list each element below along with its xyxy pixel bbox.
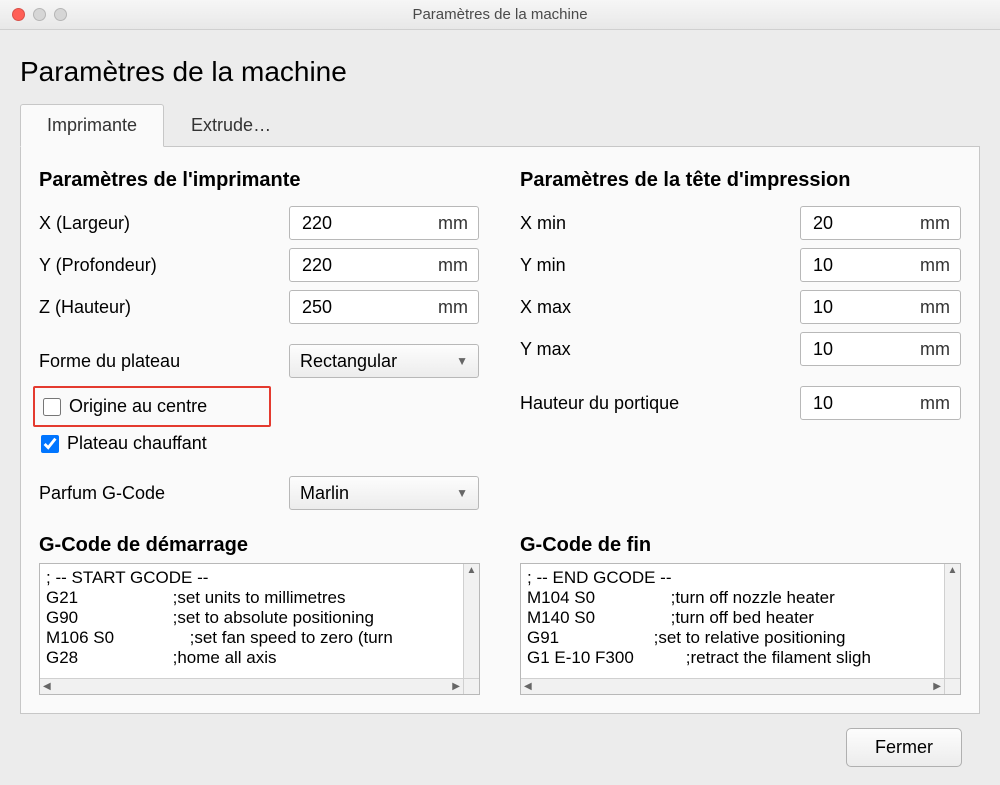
y-depth-label: Y (Profondeur): [39, 255, 289, 276]
heated-bed-label: Plateau chauffant: [67, 433, 207, 454]
scroll-right-icon[interactable]: ▶: [930, 681, 944, 692]
window-title: Paramètres de la machine: [0, 6, 1000, 23]
start-gcode-heading: G-Code de démarrage: [39, 534, 480, 557]
printhead-settings-column: Paramètres de la tête d'impression X min…: [520, 163, 961, 518]
y-min-label: Y min: [520, 255, 800, 276]
x-max-input[interactable]: [811, 296, 916, 319]
scroll-corner: [944, 678, 960, 694]
z-height-field[interactable]: mm: [289, 290, 479, 324]
buildplate-shape-select[interactable]: Rectangular ▼: [289, 344, 479, 378]
page-title: Paramètres de la machine: [20, 56, 980, 88]
window-controls: [0, 8, 67, 21]
chevron-down-icon: ▼: [456, 354, 468, 368]
x-width-field[interactable]: mm: [289, 206, 479, 240]
titlebar: Paramètres de la machine: [0, 0, 1000, 30]
printer-settings-heading: Paramètres de l'imprimante: [39, 169, 480, 192]
unit-mm: mm: [434, 297, 468, 318]
z-height-label: Z (Hauteur): [39, 297, 289, 318]
horizontal-scrollbar[interactable]: ◀ ▶: [521, 678, 944, 694]
scroll-left-icon[interactable]: ◀: [40, 681, 54, 692]
unit-mm: mm: [434, 213, 468, 234]
scroll-up-icon[interactable]: ▲: [948, 564, 958, 578]
x-width-label: X (Largeur): [39, 213, 289, 234]
y-depth-input[interactable]: [300, 254, 434, 277]
gcode-flavor-value: Marlin: [300, 483, 349, 504]
end-gcode-text[interactable]: ; -- END GCODE -- M104 S0 ;turn off nozz…: [521, 564, 944, 678]
unit-mm: mm: [916, 393, 950, 414]
heated-bed-checkbox[interactable]: [41, 435, 59, 453]
buildplate-shape-value: Rectangular: [300, 351, 397, 372]
origin-center-checkbox[interactable]: [43, 398, 61, 416]
y-min-field[interactable]: mm: [800, 248, 961, 282]
origin-center-highlight: Origine au centre: [33, 386, 271, 427]
minimize-window-icon[interactable]: [33, 8, 46, 21]
x-max-label: X max: [520, 297, 800, 318]
gantry-height-label: Hauteur du portique: [520, 393, 800, 414]
close-window-icon[interactable]: [12, 8, 25, 21]
horizontal-scrollbar[interactable]: ◀ ▶: [40, 678, 463, 694]
z-height-input[interactable]: [300, 296, 434, 319]
vertical-scrollbar[interactable]: ▲: [944, 564, 960, 678]
buildplate-shape-label: Forme du plateau: [39, 351, 289, 372]
start-gcode-text[interactable]: ; -- START GCODE -- G21 ;set units to mi…: [40, 564, 463, 678]
unit-mm: mm: [916, 339, 950, 360]
start-gcode-area[interactable]: ; -- START GCODE -- G21 ;set units to mi…: [39, 563, 480, 695]
unit-mm: mm: [916, 297, 950, 318]
scroll-up-icon[interactable]: ▲: [467, 564, 477, 578]
printer-settings-column: Paramètres de l'imprimante X (Largeur) m…: [39, 163, 480, 518]
scroll-right-icon[interactable]: ▶: [449, 681, 463, 692]
printhead-settings-heading: Paramètres de la tête d'impression: [520, 169, 961, 192]
y-max-field[interactable]: mm: [800, 332, 961, 366]
tabstrip: Imprimante Extrude…: [20, 104, 980, 147]
vertical-scrollbar[interactable]: ▲: [463, 564, 479, 678]
tab-extruder[interactable]: Extrude…: [164, 104, 298, 147]
gantry-height-field[interactable]: mm: [800, 386, 961, 420]
tab-panel: Paramètres de l'imprimante X (Largeur) m…: [20, 147, 980, 714]
x-width-input[interactable]: [300, 212, 434, 235]
x-min-label: X min: [520, 213, 800, 234]
end-gcode-area[interactable]: ; -- END GCODE -- M104 S0 ;turn off nozz…: [520, 563, 961, 695]
y-max-label: Y max: [520, 339, 800, 360]
origin-center-label: Origine au centre: [69, 396, 207, 417]
close-button[interactable]: Fermer: [846, 728, 962, 767]
y-depth-field[interactable]: mm: [289, 248, 479, 282]
x-min-field[interactable]: mm: [800, 206, 961, 240]
chevron-down-icon: ▼: [456, 486, 468, 500]
x-min-input[interactable]: [811, 212, 916, 235]
tab-printer[interactable]: Imprimante: [20, 104, 164, 147]
scroll-left-icon[interactable]: ◀: [521, 681, 535, 692]
end-gcode-heading: G-Code de fin: [520, 534, 961, 557]
scroll-corner: [463, 678, 479, 694]
y-max-input[interactable]: [811, 338, 916, 361]
gantry-height-input[interactable]: [811, 392, 916, 415]
gcode-flavor-select[interactable]: Marlin ▼: [289, 476, 479, 510]
unit-mm: mm: [916, 213, 950, 234]
x-max-field[interactable]: mm: [800, 290, 961, 324]
unit-mm: mm: [434, 255, 468, 276]
y-min-input[interactable]: [811, 254, 916, 277]
content: Paramètres de la machine Imprimante Extr…: [0, 30, 1000, 779]
gcode-flavor-label: Parfum G-Code: [39, 483, 289, 504]
unit-mm: mm: [916, 255, 950, 276]
footer: Fermer: [20, 714, 980, 767]
zoom-window-icon[interactable]: [54, 8, 67, 21]
